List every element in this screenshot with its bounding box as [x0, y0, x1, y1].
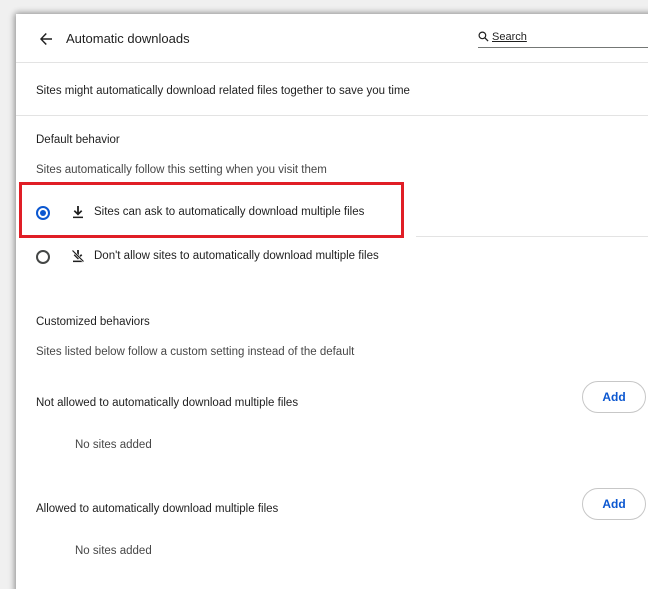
search-icon — [478, 31, 489, 42]
radio-button-allow[interactable] — [36, 206, 50, 220]
search-box[interactable] — [478, 28, 648, 48]
not-allowed-list-label: Not allowed to automatically download mu… — [36, 397, 299, 409]
allowed-list-label: Allowed to automatically download multip… — [36, 503, 279, 515]
allowed-empty-text: No sites added — [75, 545, 152, 557]
settings-panel: Automatic downloads Sites might automati… — [16, 14, 648, 589]
customized-behaviors-subtitle: Sites listed below follow a custom setti… — [36, 346, 355, 358]
search-input[interactable] — [492, 28, 648, 46]
add-not-allowed-button[interactable]: Add — [582, 381, 646, 413]
radio-option-allow[interactable]: Sites can ask to automatically download … — [16, 194, 648, 232]
radio-button-block[interactable] — [36, 250, 50, 264]
radio-label-block: Don't allow sites to automatically downl… — [94, 250, 379, 262]
page-title: Automatic downloads — [66, 31, 190, 46]
radio-label-allow: Sites can ask to automatically download … — [94, 206, 365, 218]
intro-divider — [16, 115, 648, 116]
default-behavior-subtitle: Sites automatically follow this setting … — [36, 164, 327, 176]
download-blocked-icon — [71, 249, 85, 263]
radio-option-block[interactable]: Don't allow sites to automatically downl… — [16, 238, 648, 276]
add-allowed-button[interactable]: Add — [582, 488, 646, 520]
download-icon — [73, 206, 83, 219]
arrow-back-icon — [40, 33, 52, 45]
option-divider — [416, 236, 648, 237]
default-behavior-heading: Default behavior — [36, 134, 120, 146]
not-allowed-empty-text: No sites added — [75, 439, 152, 451]
customized-behaviors-heading: Customized behaviors — [36, 316, 150, 328]
intro-text: Sites might automatically download relat… — [36, 85, 410, 97]
header-divider — [16, 62, 648, 63]
back-button[interactable] — [32, 25, 60, 53]
